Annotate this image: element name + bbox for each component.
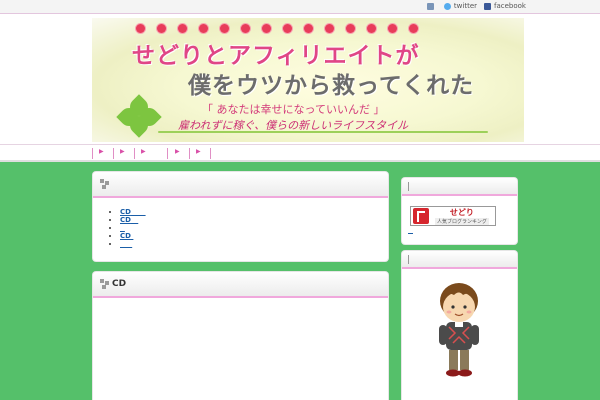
nav-divider: [92, 148, 93, 159]
clover-icon: [116, 94, 162, 138]
list-item: CD: [120, 232, 146, 240]
heart-icon: [220, 24, 229, 33]
twitter-label: twitter: [453, 2, 478, 10]
nav-divider: [189, 148, 190, 159]
profile-avatar: [439, 283, 479, 377]
puzzle-icon: [100, 179, 110, 189]
sidebar-panel-ranking: せどり 人気ブログランキング: [402, 178, 517, 244]
vine-decoration: [158, 131, 488, 133]
heart-icon: [367, 24, 376, 33]
hatena-icon: [426, 2, 434, 10]
heart-icon: [178, 24, 187, 33]
post-list: CD CD CD: [120, 208, 146, 248]
twitter-link[interactable]: twitter: [443, 2, 478, 10]
facebook-label: facebook: [494, 2, 526, 10]
heart-icon: [346, 24, 355, 33]
twitter-icon: [443, 2, 451, 10]
header-bar: [408, 255, 409, 264]
list-item: [120, 240, 146, 248]
ranking-category: せどり: [449, 208, 474, 217]
heart-icon: [241, 24, 250, 33]
hatena-link[interactable]: [426, 2, 437, 10]
heart-decorations: [136, 24, 430, 33]
list-item: CD: [120, 216, 146, 224]
heart-icon: [409, 24, 418, 33]
ranking-link[interactable]: [408, 233, 413, 234]
nav-divider: [113, 148, 114, 159]
panel-header: [93, 172, 388, 198]
heart-icon: [325, 24, 334, 33]
nav-item-5[interactable]: ▶: [196, 148, 201, 155]
tagline-quote: 「 あなたは幸せになっていいんだ 」: [202, 103, 385, 116]
facebook-link[interactable]: facebook: [484, 2, 526, 10]
site-title-line2: 僕をウツから救ってくれた: [188, 73, 475, 99]
heart-icon: [157, 24, 166, 33]
nav-item-2[interactable]: ▶: [120, 148, 125, 155]
nav-divider: [210, 148, 211, 159]
facebook-icon: [484, 2, 492, 10]
blog-ranking-banner[interactable]: せどり 人気ブログランキング: [410, 206, 496, 226]
puzzle-icon: [100, 279, 110, 289]
site-header: せどりとアフィリエイトが 僕をウツから救ってくれた 「 あなたは幸せになっていい…: [0, 14, 600, 144]
global-nav: ▶ ▶ ▶ ▶ ▶: [0, 144, 600, 162]
list-item: [120, 224, 146, 232]
panel-header: CD: [93, 272, 388, 298]
main-panel-recent: CD CD CD: [93, 172, 388, 261]
header-bar: [408, 182, 409, 191]
main-panel-cd: CD: [93, 272, 388, 400]
site-title-line1: せどりとアフィリエイトが: [132, 43, 420, 69]
post-link[interactable]: CD: [120, 208, 146, 216]
heart-icon: [304, 24, 313, 33]
header-banner[interactable]: せどりとアフィリエイトが 僕をウツから救ってくれた 「 あなたは幸せになっていい…: [92, 18, 524, 142]
social-links: twitter facebook: [420, 2, 526, 10]
heart-icon: [199, 24, 208, 33]
post-link[interactable]: CD: [120, 232, 133, 240]
ranking-text: せどり 人気ブログランキング: [435, 207, 489, 225]
sidebar-panel-profile: [402, 251, 517, 400]
ranking-name: 人気ブログランキング: [435, 218, 489, 225]
ranking-logo-icon: [413, 208, 429, 224]
heart-icon: [388, 24, 397, 33]
nav-divider: [134, 148, 135, 159]
list-item: CD: [120, 208, 146, 216]
post-link[interactable]: [120, 224, 125, 232]
nav-divider: [167, 148, 168, 159]
panel-title: CD: [112, 279, 127, 289]
sidebar-panel-header: [402, 178, 517, 196]
heart-icon: [262, 24, 271, 33]
heart-icon: [136, 24, 145, 33]
nav-item-1[interactable]: ▶: [99, 148, 104, 155]
top-bar: twitter facebook: [0, 0, 600, 14]
heart-icon: [283, 24, 292, 33]
nav-item-3[interactable]: ▶: [141, 148, 146, 155]
nav-item-4[interactable]: ▶: [175, 148, 180, 155]
post-link[interactable]: CD: [120, 216, 138, 224]
post-link[interactable]: [120, 240, 132, 248]
sidebar-panel-header: [402, 251, 517, 269]
